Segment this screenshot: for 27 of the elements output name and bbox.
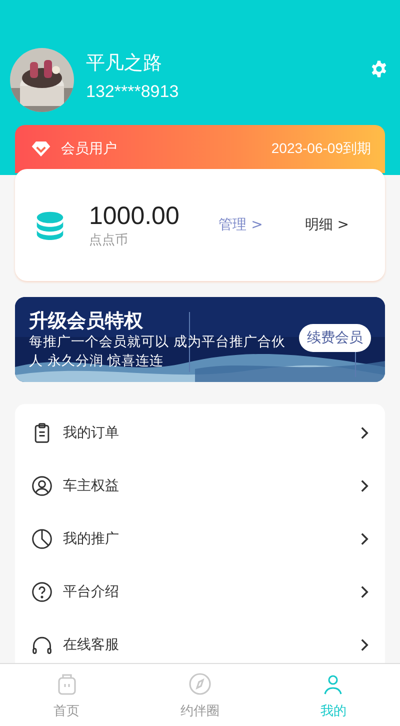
user-name: 平凡之路: [86, 51, 163, 76]
user-icon: [31, 474, 53, 496]
coins-icon: [35, 209, 65, 241]
wallet-link[interactable]: 明细 >: [304, 216, 349, 234]
coin-unit: 点点币: [89, 232, 129, 248]
banner-text: 每推广一个会员就可以 成为平台推广合伙人 永久分润 惊喜连连: [29, 332, 286, 370]
chevron-icon: [360, 532, 369, 546]
chevron-icon: [360, 584, 369, 598]
settings-icon[interactable]: [370, 60, 388, 78]
compass-icon: [188, 672, 212, 696]
menu-item[interactable]: 我的推广: [15, 512, 385, 565]
banner-title: 升级会员特权: [29, 308, 144, 332]
renew-button[interactable]: 续费会员: [299, 324, 371, 352]
expiry-date: 2023-06-09到期: [271, 140, 371, 158]
coin-balance: 1000.00: [89, 202, 180, 230]
diamond-icon: [31, 139, 51, 159]
pie-chart-icon: [31, 528, 53, 550]
membership-label: 会员用户: [61, 140, 117, 158]
menu-item[interactable]: 平台介绍: [15, 565, 385, 618]
menu-item[interactable]: 我的订单: [15, 406, 385, 459]
help-icon: [31, 580, 53, 602]
phone-number: 132****8913: [86, 82, 179, 102]
menu-item[interactable]: 车主权益: [15, 459, 385, 512]
menu-item[interactable]: 在线客服: [15, 618, 385, 663]
chevron-icon: [360, 638, 369, 652]
chevron-icon: [360, 426, 369, 440]
chevron-icon: [360, 478, 369, 492]
